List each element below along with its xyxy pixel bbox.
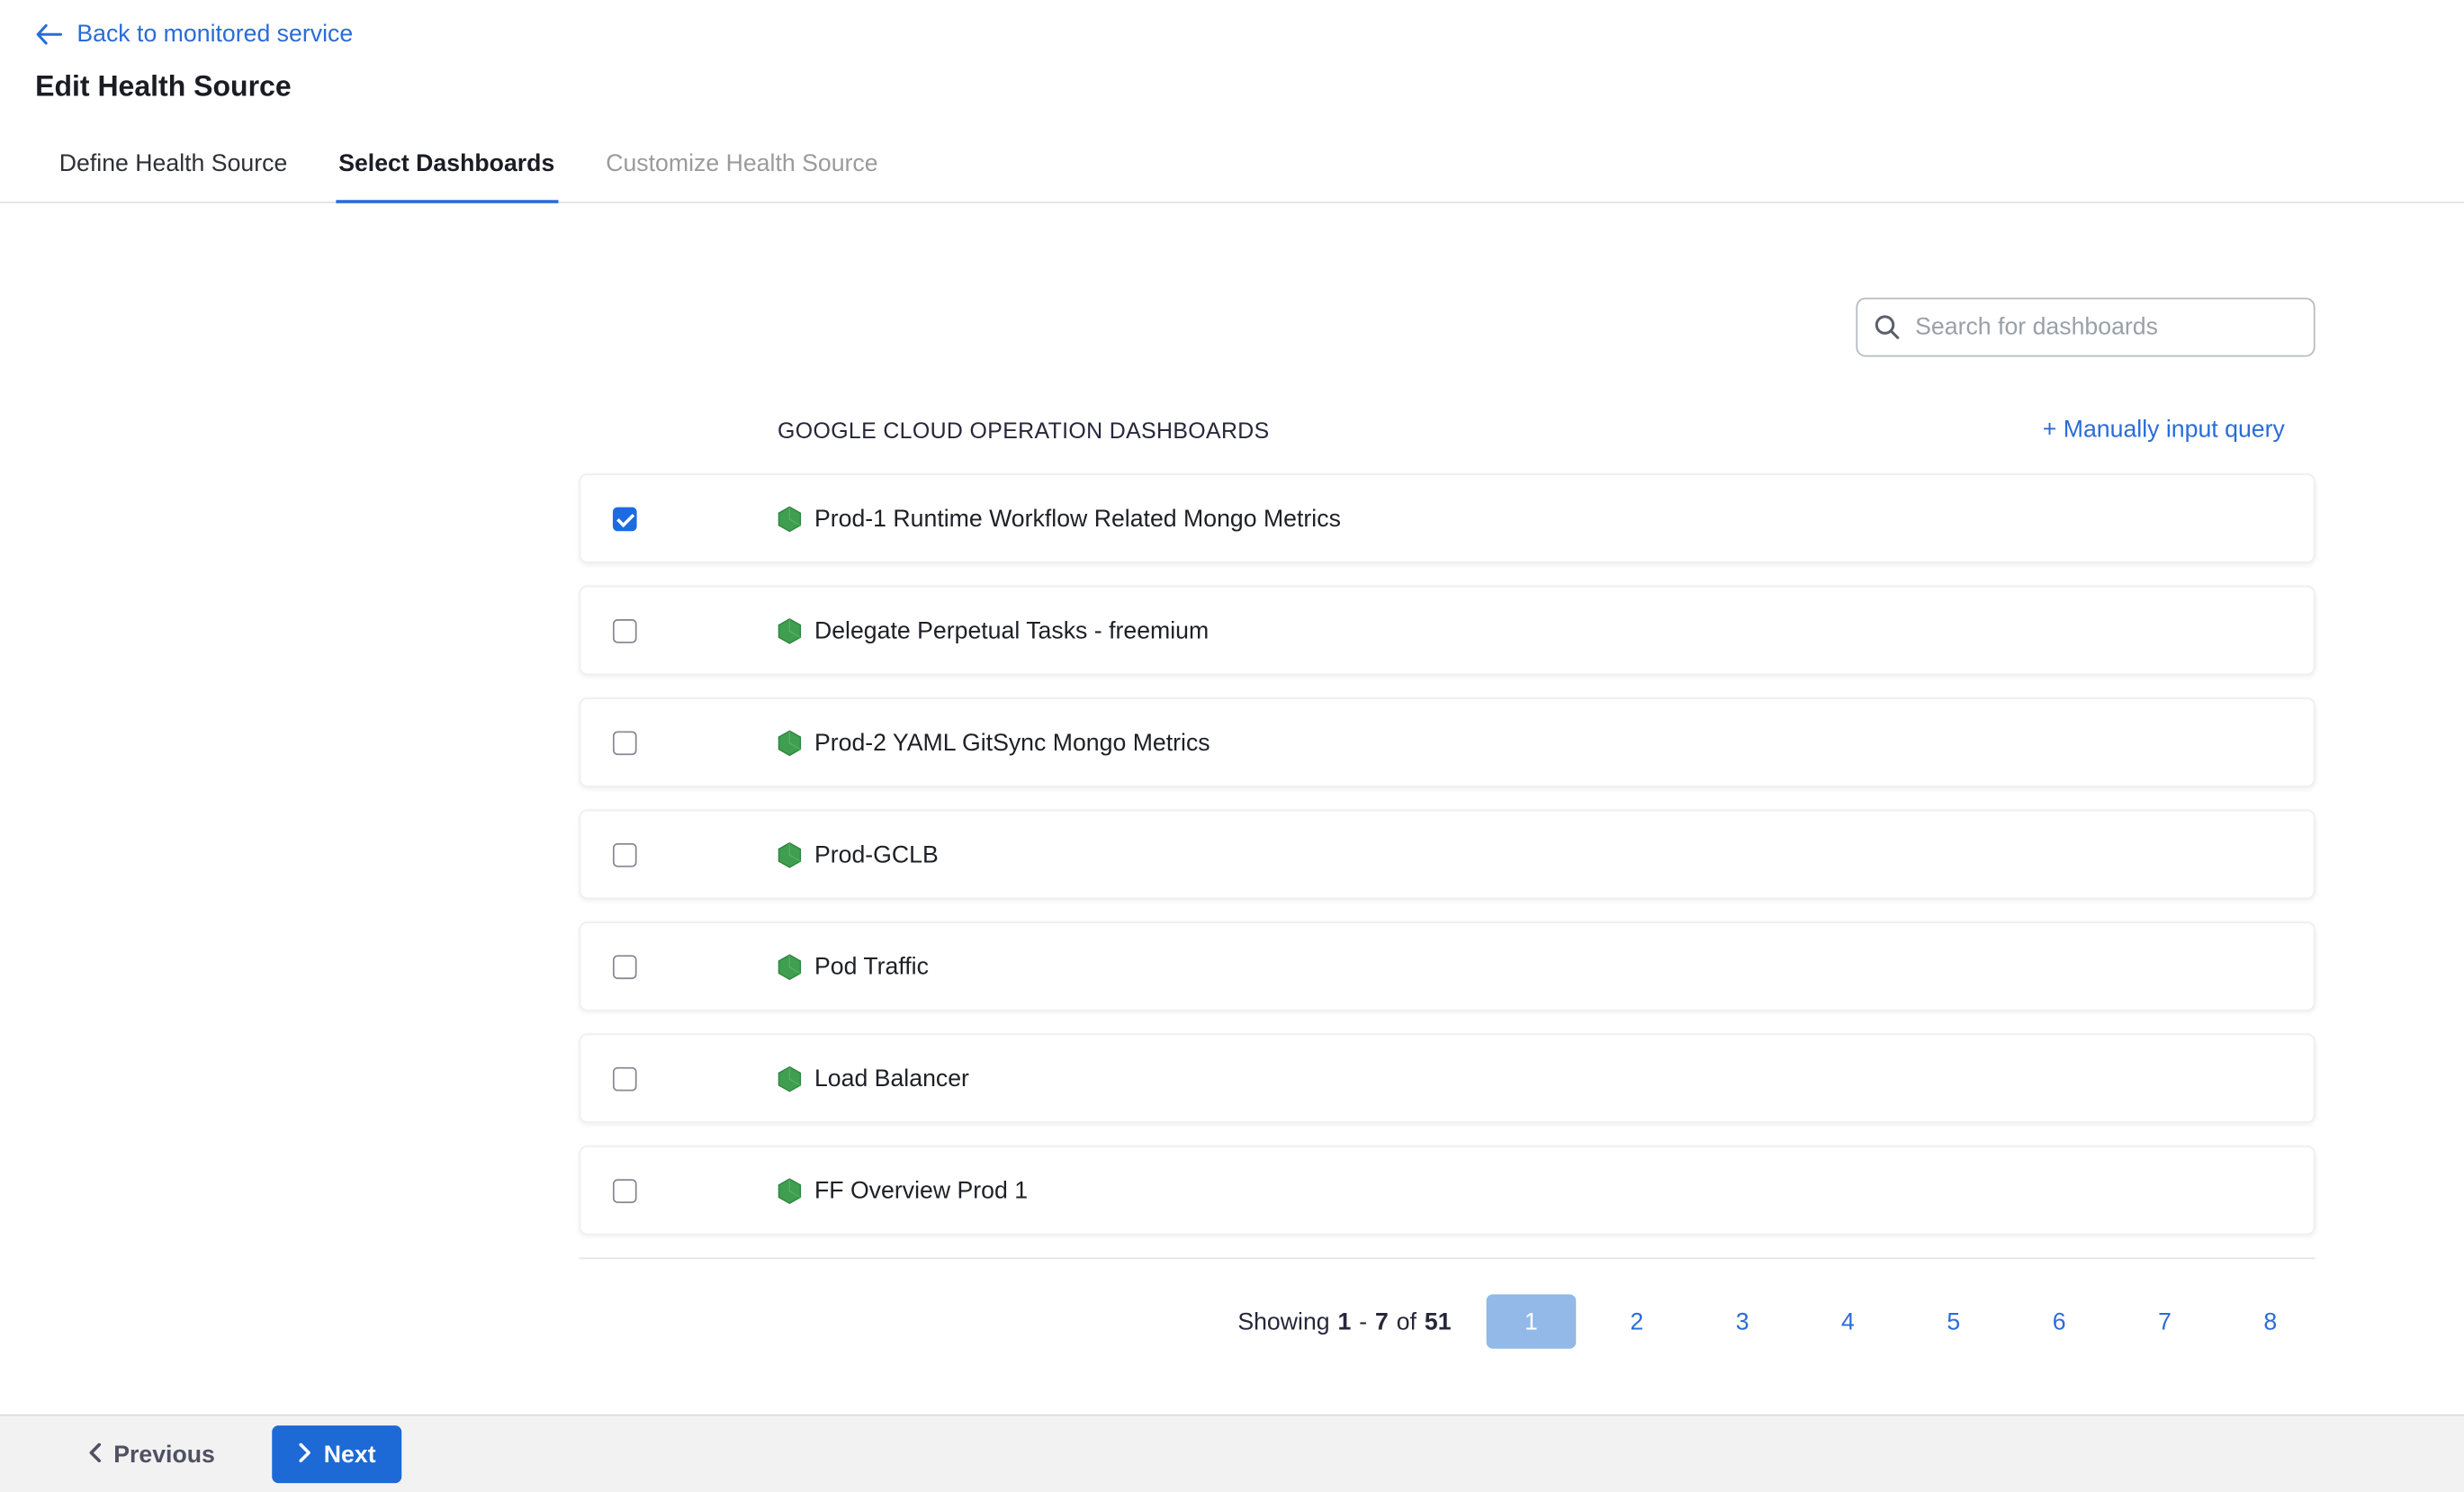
previous-label: Previous bbox=[113, 1441, 215, 1468]
showing-total: 51 bbox=[1425, 1308, 1452, 1335]
list-header: GOOGLE CLOUD OPERATION DASHBOARDS + Manu… bbox=[580, 416, 2316, 443]
showing-of: of bbox=[1397, 1308, 1416, 1335]
dashboard-icon bbox=[778, 505, 802, 532]
page-button[interactable]: 4 bbox=[1803, 1294, 1893, 1348]
dashboard-name: FF Overview Prod 1 bbox=[814, 1177, 1028, 1204]
page-button[interactable]: 7 bbox=[2120, 1294, 2210, 1348]
page-button[interactable]: 6 bbox=[2014, 1294, 2104, 1348]
table-row[interactable]: Prod-2 YAML GitSync Mongo Metrics bbox=[580, 697, 2316, 787]
row-checkbox[interactable] bbox=[613, 507, 637, 531]
dashboard-name: Delegate Perpetual Tasks - freemium bbox=[814, 616, 1209, 643]
row-checkbox[interactable] bbox=[613, 842, 637, 867]
showing-range-start: 1 bbox=[1338, 1308, 1352, 1335]
dashboard-name: Prod-GCLB bbox=[814, 840, 939, 867]
search-box bbox=[1856, 298, 2315, 357]
chevron-left-icon bbox=[88, 1441, 103, 1468]
back-link[interactable]: Back to monitored service bbox=[35, 21, 353, 48]
dashboard-name: Load Balancer bbox=[814, 1065, 969, 1092]
pagination: Showing 1 - 7 of 51 12345678 bbox=[580, 1294, 2316, 1348]
row-checkbox[interactable] bbox=[613, 1178, 637, 1202]
dashboard-list: Prod-1 Runtime Workflow Related Mongo Me… bbox=[580, 473, 2316, 1235]
next-button[interactable]: Next bbox=[273, 1425, 401, 1483]
showing-text: Showing 1 - 7 of 51 bbox=[1237, 1308, 1451, 1335]
tab-bar: Define Health Source Select Dashboards C… bbox=[0, 133, 2464, 203]
manual-input-query-link[interactable]: + Manually input query bbox=[2043, 416, 2285, 443]
tab-define-health-source[interactable]: Define Health Source bbox=[56, 133, 291, 202]
back-arrow-icon bbox=[35, 22, 62, 47]
table-row[interactable]: Pod Traffic bbox=[580, 921, 2316, 1011]
dashboard-name: Prod-2 YAML GitSync Mongo Metrics bbox=[814, 729, 1210, 756]
showing-range-separator: - bbox=[1359, 1308, 1367, 1335]
chevron-right-icon bbox=[298, 1441, 312, 1468]
row-checkbox[interactable] bbox=[613, 618, 637, 643]
page-header: Back to monitored service Edit Health So… bbox=[0, 0, 2464, 104]
page-button[interactable]: 3 bbox=[1697, 1294, 1787, 1348]
edit-health-source-page: Back to monitored service Edit Health So… bbox=[0, 0, 2464, 1492]
search-input[interactable] bbox=[1856, 298, 2315, 357]
dashboard-icon bbox=[778, 1177, 802, 1204]
dashboard-icon bbox=[778, 616, 802, 643]
dashboard-name: Prod-1 Runtime Workflow Related Mongo Me… bbox=[814, 505, 1341, 532]
tab-select-dashboards[interactable]: Select Dashboards bbox=[336, 133, 558, 203]
page-button[interactable]: 8 bbox=[2226, 1294, 2316, 1348]
page-button[interactable]: 5 bbox=[1909, 1294, 1999, 1348]
tab-customize-health-source[interactable]: Customize Health Source bbox=[603, 133, 881, 202]
table-row[interactable]: Load Balancer bbox=[580, 1034, 2316, 1124]
table-row[interactable]: Prod-GCLB bbox=[580, 810, 2316, 900]
row-checkbox[interactable] bbox=[613, 955, 637, 979]
page-title: Edit Health Source bbox=[35, 70, 2464, 103]
dashboard-name: Pod Traffic bbox=[814, 953, 929, 980]
table-row[interactable]: Delegate Perpetual Tasks - freemium bbox=[580, 586, 2316, 676]
table-row[interactable]: Prod-1 Runtime Workflow Related Mongo Me… bbox=[580, 473, 2316, 563]
footer-bar: Previous Next bbox=[0, 1415, 2464, 1492]
dashboard-icon bbox=[778, 1065, 802, 1092]
dashboard-icon bbox=[778, 953, 802, 980]
row-checkbox[interactable] bbox=[613, 1066, 637, 1091]
back-link-label: Back to monitored service bbox=[76, 21, 353, 48]
dashboard-icon bbox=[778, 729, 802, 756]
showing-prefix: Showing bbox=[1237, 1308, 1329, 1335]
page-button[interactable]: 2 bbox=[1592, 1294, 1682, 1348]
table-row[interactable]: FF Overview Prod 1 bbox=[580, 1146, 2316, 1236]
next-label: Next bbox=[324, 1441, 376, 1468]
dashboard-icon bbox=[778, 840, 802, 867]
column-header: GOOGLE CLOUD OPERATION DASHBOARDS bbox=[778, 417, 1270, 442]
content-area: GOOGLE CLOUD OPERATION DASHBOARDS + Manu… bbox=[0, 298, 2464, 1349]
list-divider bbox=[580, 1257, 2316, 1259]
previous-button[interactable]: Previous bbox=[88, 1441, 215, 1468]
page-buttons: 12345678 bbox=[1470, 1294, 2316, 1348]
showing-range-end: 7 bbox=[1375, 1308, 1389, 1335]
page-button-active[interactable]: 1 bbox=[1487, 1294, 1577, 1348]
row-checkbox[interactable] bbox=[613, 731, 637, 755]
search-icon bbox=[1874, 313, 1901, 348]
